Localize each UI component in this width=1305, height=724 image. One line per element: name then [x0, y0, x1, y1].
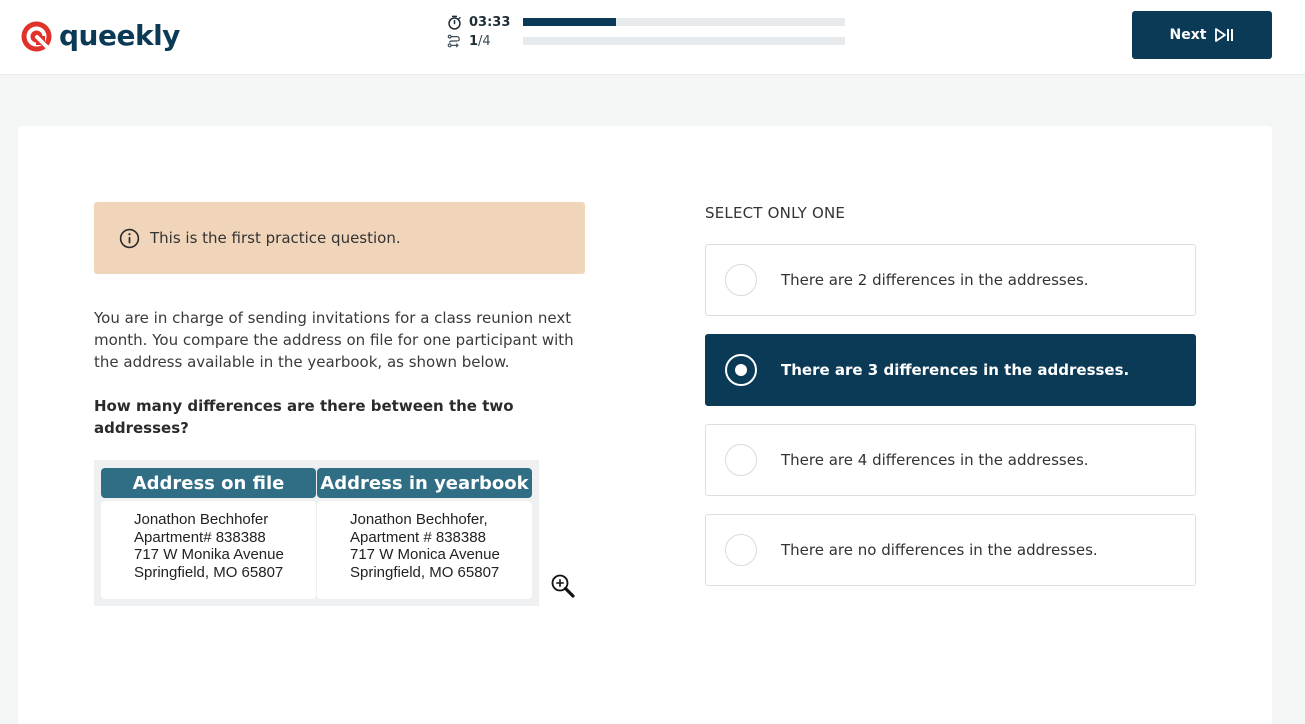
- stopwatch-icon: [446, 14, 462, 30]
- address-line: 717 W Monica Avenue: [350, 546, 500, 563]
- answer-option-label: There are no differences in the addresse…: [781, 541, 1098, 559]
- skip-next-icon: [1215, 28, 1234, 42]
- next-button[interactable]: Next: [1132, 11, 1272, 59]
- question-prompt: You are in charge of sending invitations…: [94, 309, 574, 371]
- timer-text: 03:33: [469, 14, 511, 30]
- practice-notice: This is the first practice question.: [94, 202, 585, 274]
- logo-text: queekly: [59, 19, 180, 52]
- address-line: Springfield, MO 65807: [134, 563, 284, 581]
- answer-option-label: There are 4 differences in the addresses…: [781, 451, 1089, 469]
- question-progress-bar: [523, 37, 845, 45]
- address-in-yearbook-body: Jonathon Bechhofer, Apartment # 838388 7…: [317, 501, 532, 599]
- address-in-yearbook-title: Address in yearbook: [317, 468, 532, 498]
- address-line: Jonathon Bechhofer,: [350, 511, 488, 528]
- address-comparison-image: Address on file Jonathon Bechhofer Apart…: [94, 460, 539, 606]
- info-icon: [119, 228, 140, 248]
- address-line: Apartment# 838388: [134, 528, 266, 546]
- answer-option-label: There are 3 differences in the addresses…: [781, 361, 1130, 379]
- timer-row: 03:33: [446, 13, 513, 31]
- answer-option-1[interactable]: There are 2 differences in the addresses…: [705, 244, 1196, 316]
- address-line: 717 W Monika Avenue: [134, 546, 284, 563]
- radio-button[interactable]: [725, 264, 757, 296]
- select-instruction: SELECT ONLY ONE: [705, 204, 846, 222]
- queekly-logo: queekly: [20, 20, 180, 52]
- radio-button[interactable]: [725, 444, 757, 476]
- question-ask: How many differences are there between t…: [94, 397, 514, 437]
- address-on-file: Address on file Jonathon Bechhofer Apart…: [101, 468, 316, 599]
- answer-option-4[interactable]: There are no differences in the addresse…: [705, 514, 1196, 586]
- address-in-yearbook: Address in yearbook Jonathon Bechhofer, …: [317, 468, 532, 599]
- question-counter: 1/4: [469, 33, 491, 49]
- timer-progress-fill: [523, 18, 617, 26]
- notice-text: This is the first practice question.: [150, 229, 401, 247]
- steps-icon: [446, 33, 462, 49]
- progress-area: 03:33 1/4: [446, 12, 846, 52]
- timer-progress-bar: [523, 18, 845, 26]
- address-on-file-body: Jonathon Bechhofer Apartment# 838388 717…: [101, 501, 316, 599]
- answer-option-2[interactable]: There are 3 differences in the addresses…: [705, 334, 1196, 406]
- queekly-logo-icon: [21, 21, 52, 51]
- address-line: Apartment # 838388: [350, 528, 486, 546]
- question-counter-row: 1/4: [446, 32, 513, 50]
- next-button-label: Next: [1169, 27, 1207, 43]
- top-header: queekly 03:33 1/4 Next: [0, 0, 1305, 75]
- zoom-in-icon[interactable]: [550, 573, 576, 599]
- question-card: This is the first practice question. You…: [18, 126, 1272, 724]
- radio-button-selected[interactable]: [725, 354, 757, 386]
- answer-option-3[interactable]: There are 4 differences in the addresses…: [705, 424, 1196, 496]
- address-line: Springfield, MO 65807: [350, 563, 500, 581]
- address-on-file-title: Address on file: [101, 468, 316, 498]
- answer-option-label: There are 2 differences in the addresses…: [781, 271, 1089, 289]
- radio-button[interactable]: [725, 534, 757, 566]
- address-line: Jonathon Bechhofer: [134, 511, 269, 528]
